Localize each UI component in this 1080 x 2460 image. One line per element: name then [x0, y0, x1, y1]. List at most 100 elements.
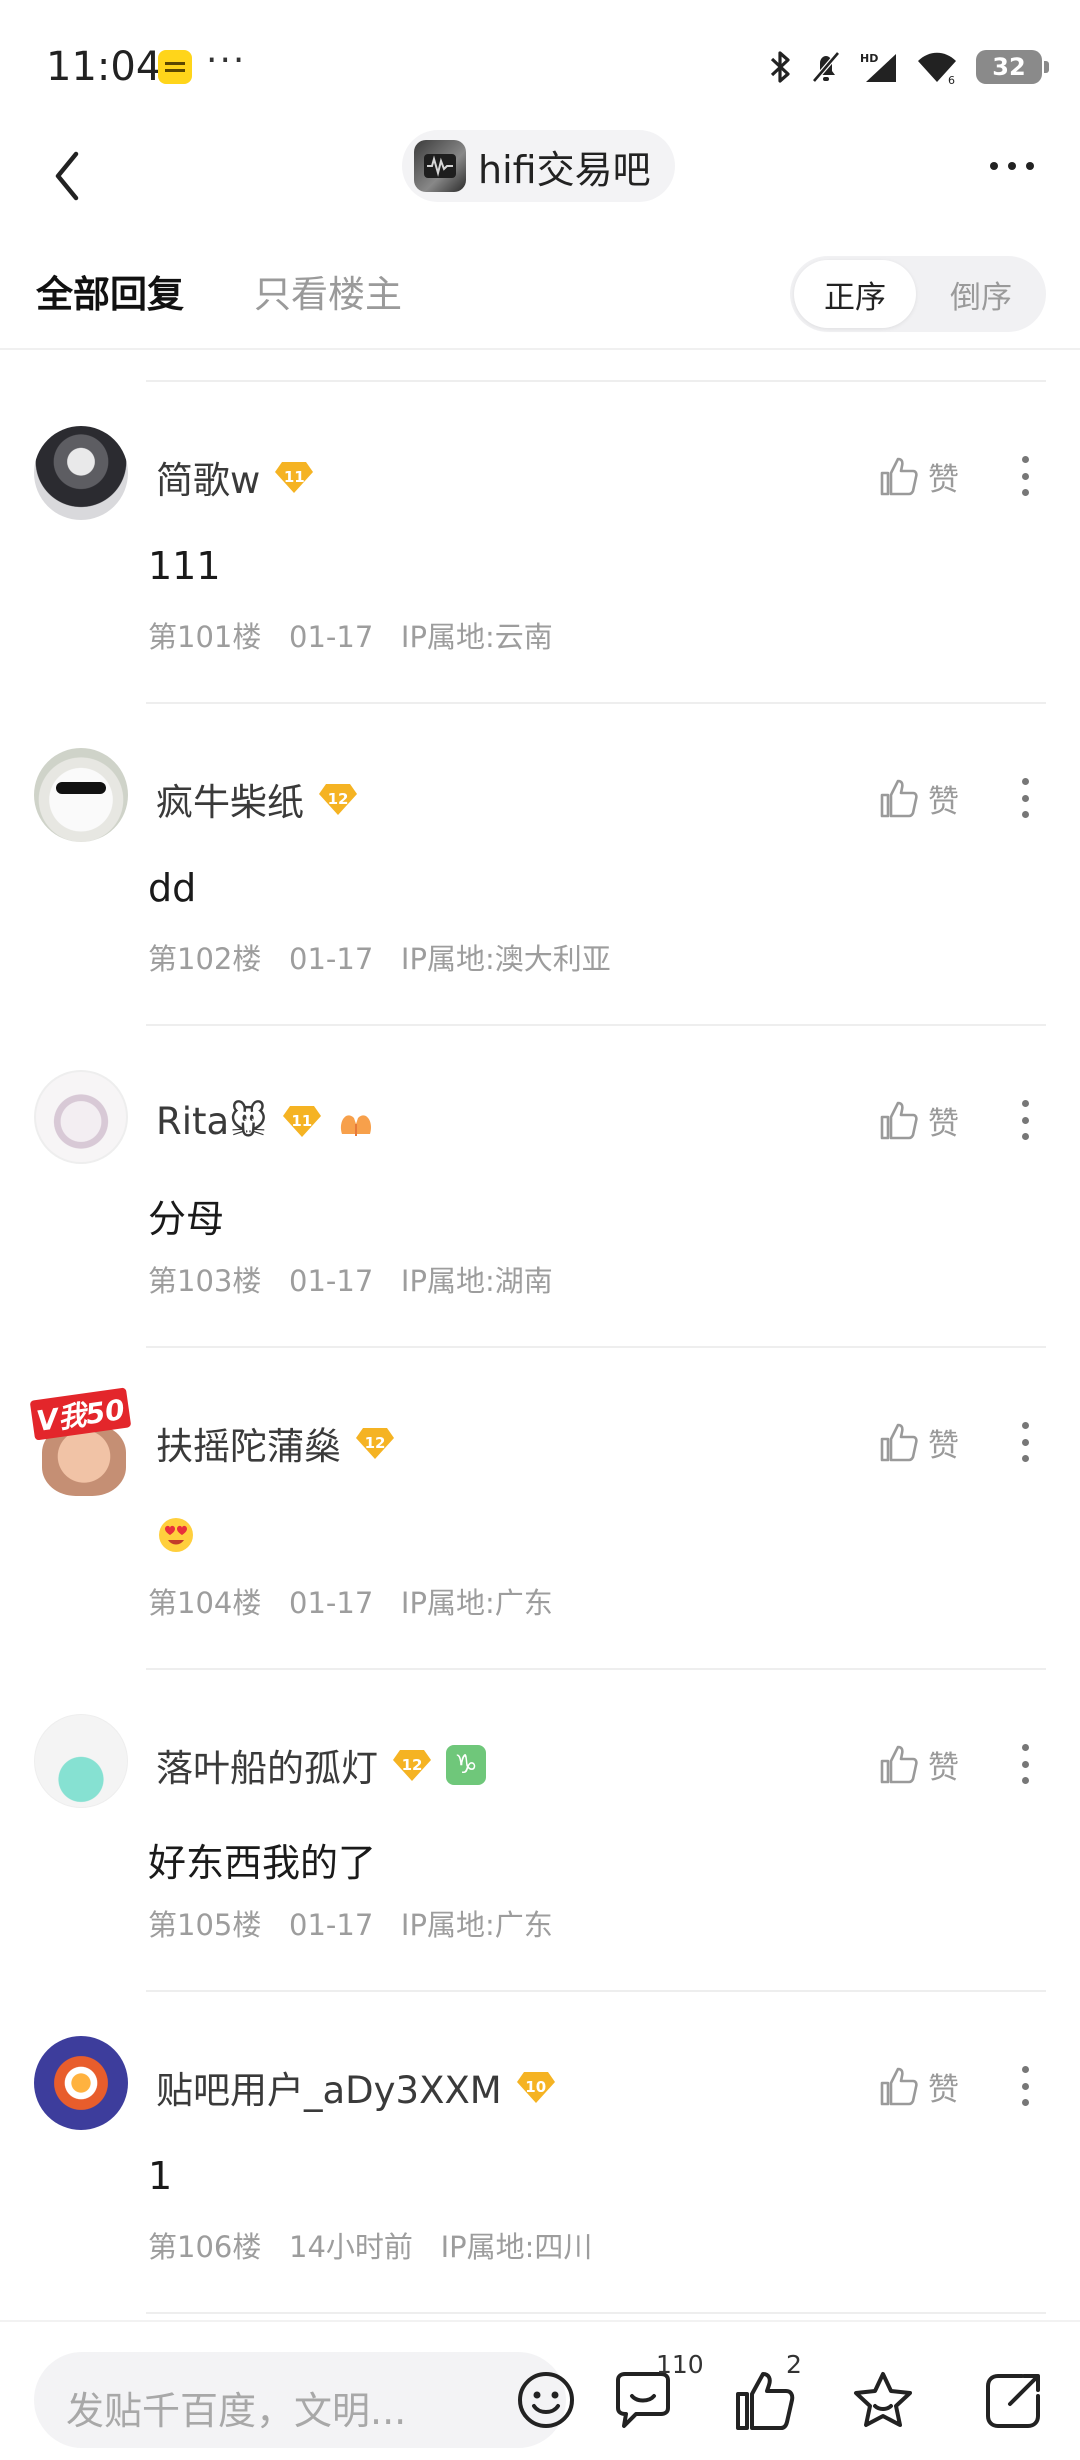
sort-ascending-button[interactable]: 正序 [794, 260, 916, 328]
like-count: 2 [786, 2350, 802, 2379]
chevron-left-icon [55, 151, 79, 201]
like-button[interactable]: 赞 [876, 2058, 959, 2114]
avatar[interactable] [34, 1070, 128, 1164]
tab-only-op[interactable]: 只看楼主 [254, 264, 402, 318]
avatar[interactable]: V我50 [29, 1387, 136, 1500]
star-favorite-icon[interactable] [848, 2366, 918, 2436]
post-detail-page: 11:04 ··· HD 6 32 hifi交易吧 全部回复 只看楼主 正序 倒… [0, 0, 1080, 2460]
comment-input[interactable]: 发贴千百度，文明... [34, 2352, 574, 2448]
forum-name: hifi交易吧 [478, 147, 651, 192]
username[interactable]: Rita🐭 [156, 1100, 268, 1143]
capricorn-zodiac-icon: ♑ [446, 1745, 486, 1785]
thumbs-up-icon [880, 457, 918, 496]
level-badge: 11 [282, 1104, 322, 1138]
reply-more-button[interactable] [1010, 448, 1040, 504]
reply-more-button[interactable] [1010, 2058, 1040, 2114]
like-button[interactable]: 赞 [876, 1736, 959, 1792]
like-button[interactable]: 赞 [876, 770, 959, 826]
level-badge: 12 [318, 782, 358, 816]
level-number: 11 [283, 468, 305, 486]
thumbs-up-icon [880, 1101, 918, 1140]
reply-item: 贴吧用户_aDy3XXM 10 赞 1 第106楼 14小时前 IP属地:四川 [0, 1992, 1080, 2314]
reply-item: 疯牛柴纸 12 赞 dd 第102楼 01-17 IP属地:澳大利亚 [0, 704, 1080, 1026]
avatar[interactable] [34, 1714, 128, 1808]
level-badge: 12 [392, 1748, 432, 1782]
reply-meta: 第101楼 01-17 IP属地:云南 [148, 620, 553, 654]
username[interactable]: 扶摇陀蒲燊 [156, 1416, 341, 1470]
level-number: 12 [401, 1756, 423, 1774]
wifi-icon: 6 [918, 52, 956, 84]
comment-input-placeholder: 发贴千百度，文明... [66, 2389, 407, 2433]
like-label: 赞 [928, 783, 959, 820]
forum-avatar [414, 140, 466, 192]
share-icon[interactable] [978, 2366, 1048, 2436]
username-row: Rita🐭 11 [156, 1096, 376, 1146]
comment-count: 110 [656, 2350, 704, 2379]
forum-chip[interactable]: hifi交易吧 [402, 130, 675, 202]
username[interactable]: 疯牛柴纸 [156, 772, 304, 826]
reply-content: 分母 [148, 1197, 225, 1241]
status-more-icon: ··· [206, 40, 247, 81]
like-button[interactable]: 赞 [876, 1092, 959, 1148]
reply-more-button[interactable] [1010, 1092, 1040, 1148]
top-nav-bar: hifi交易吧 [0, 130, 1080, 250]
tab-all-replies[interactable]: 全部回复 [36, 264, 184, 318]
fan-badge-icon [336, 1101, 376, 1141]
reply-item: 落叶船的孤灯 12 ♑ 赞 好东西我的了 第105楼 01-17 IP属地:广东 [0, 1670, 1080, 1992]
reply-meta: 第104楼 01-17 IP属地:广东 [148, 1586, 553, 1620]
username[interactable]: 落叶船的孤灯 [156, 1738, 378, 1792]
like-label: 赞 [928, 1427, 959, 1464]
more-options-button[interactable] [972, 130, 1052, 202]
like-label: 赞 [928, 461, 959, 498]
back-button[interactable] [40, 136, 120, 216]
status-bar: 11:04 ··· HD 6 32 [0, 0, 1080, 130]
svg-text:6: 6 [948, 74, 955, 84]
reply-list: 简歌w 11 赞 111 第101楼 01-17 IP属地:云南 疯牛柴纸 12… [0, 382, 1080, 2314]
thumbs-up-icon [880, 779, 918, 818]
level-number: 10 [525, 2078, 547, 2096]
username-row: 简歌w 11 [156, 452, 314, 502]
avatar[interactable] [34, 748, 128, 842]
thumbs-up-icon [880, 1745, 918, 1784]
like-button[interactable]: 赞 [876, 448, 959, 504]
username-row: 疯牛柴纸 12 [156, 774, 358, 824]
cellular-signal-icon: HD [860, 52, 896, 82]
sort-descending-button[interactable]: 倒序 [920, 260, 1042, 328]
reply-meta: 第102楼 01-17 IP属地:澳大利亚 [148, 942, 611, 976]
like-button[interactable]: 赞 [876, 1414, 959, 1470]
reply-item: V我50 扶摇陀蒲燊 12 赞 第104楼 01-17 IP属地:广东 [0, 1348, 1080, 1670]
level-number: 12 [364, 1434, 386, 1452]
thumbs-up-icon [880, 1423, 918, 1462]
svg-text:HD: HD [860, 52, 878, 65]
reply-item: 简歌w 11 赞 111 第101楼 01-17 IP属地:云南 [0, 382, 1080, 704]
reply-more-button[interactable] [1010, 1414, 1040, 1470]
reply-content: 111 [148, 544, 221, 588]
avatar[interactable] [34, 426, 128, 520]
battery-indicator: 32 [976, 50, 1049, 84]
heart-eyes-emoji-icon [159, 1518, 193, 1552]
like-label: 赞 [928, 1105, 959, 1142]
reply-more-button[interactable] [1010, 770, 1040, 826]
like-label: 赞 [928, 1749, 959, 1786]
like-label: 赞 [928, 2071, 959, 2108]
reply-filter-tabs: 全部回复 只看楼主 正序 倒序 [0, 250, 1080, 350]
reply-meta: 第105楼 01-17 IP属地:广东 [148, 1908, 553, 1942]
reply-content: dd [148, 866, 197, 910]
username[interactable]: 贴吧用户_aDy3XXM [156, 2060, 502, 2114]
level-badge: 12 [355, 1426, 395, 1460]
notification-app-icon [158, 50, 192, 84]
username-row: 落叶船的孤灯 12 ♑ [156, 1740, 486, 1790]
reply-more-button[interactable] [1010, 1736, 1040, 1792]
reply-meta: 第106楼 14小时前 IP属地:四川 [148, 2230, 593, 2264]
status-time: 11:04 [46, 44, 162, 90]
status-icons: HD 6 32 [770, 44, 1049, 90]
username-row: 贴吧用户_aDy3XXM 10 [156, 2062, 556, 2112]
level-number: 12 [327, 790, 349, 808]
username[interactable]: 简歌w [156, 450, 260, 504]
reply-content: 1 [148, 2154, 173, 2198]
bluetooth-icon [770, 51, 790, 83]
emoji-smile-icon[interactable] [514, 2368, 578, 2432]
username-row: 扶摇陀蒲燊 12 [156, 1418, 395, 1468]
avatar[interactable] [34, 2036, 128, 2130]
divider [146, 2312, 1046, 2314]
